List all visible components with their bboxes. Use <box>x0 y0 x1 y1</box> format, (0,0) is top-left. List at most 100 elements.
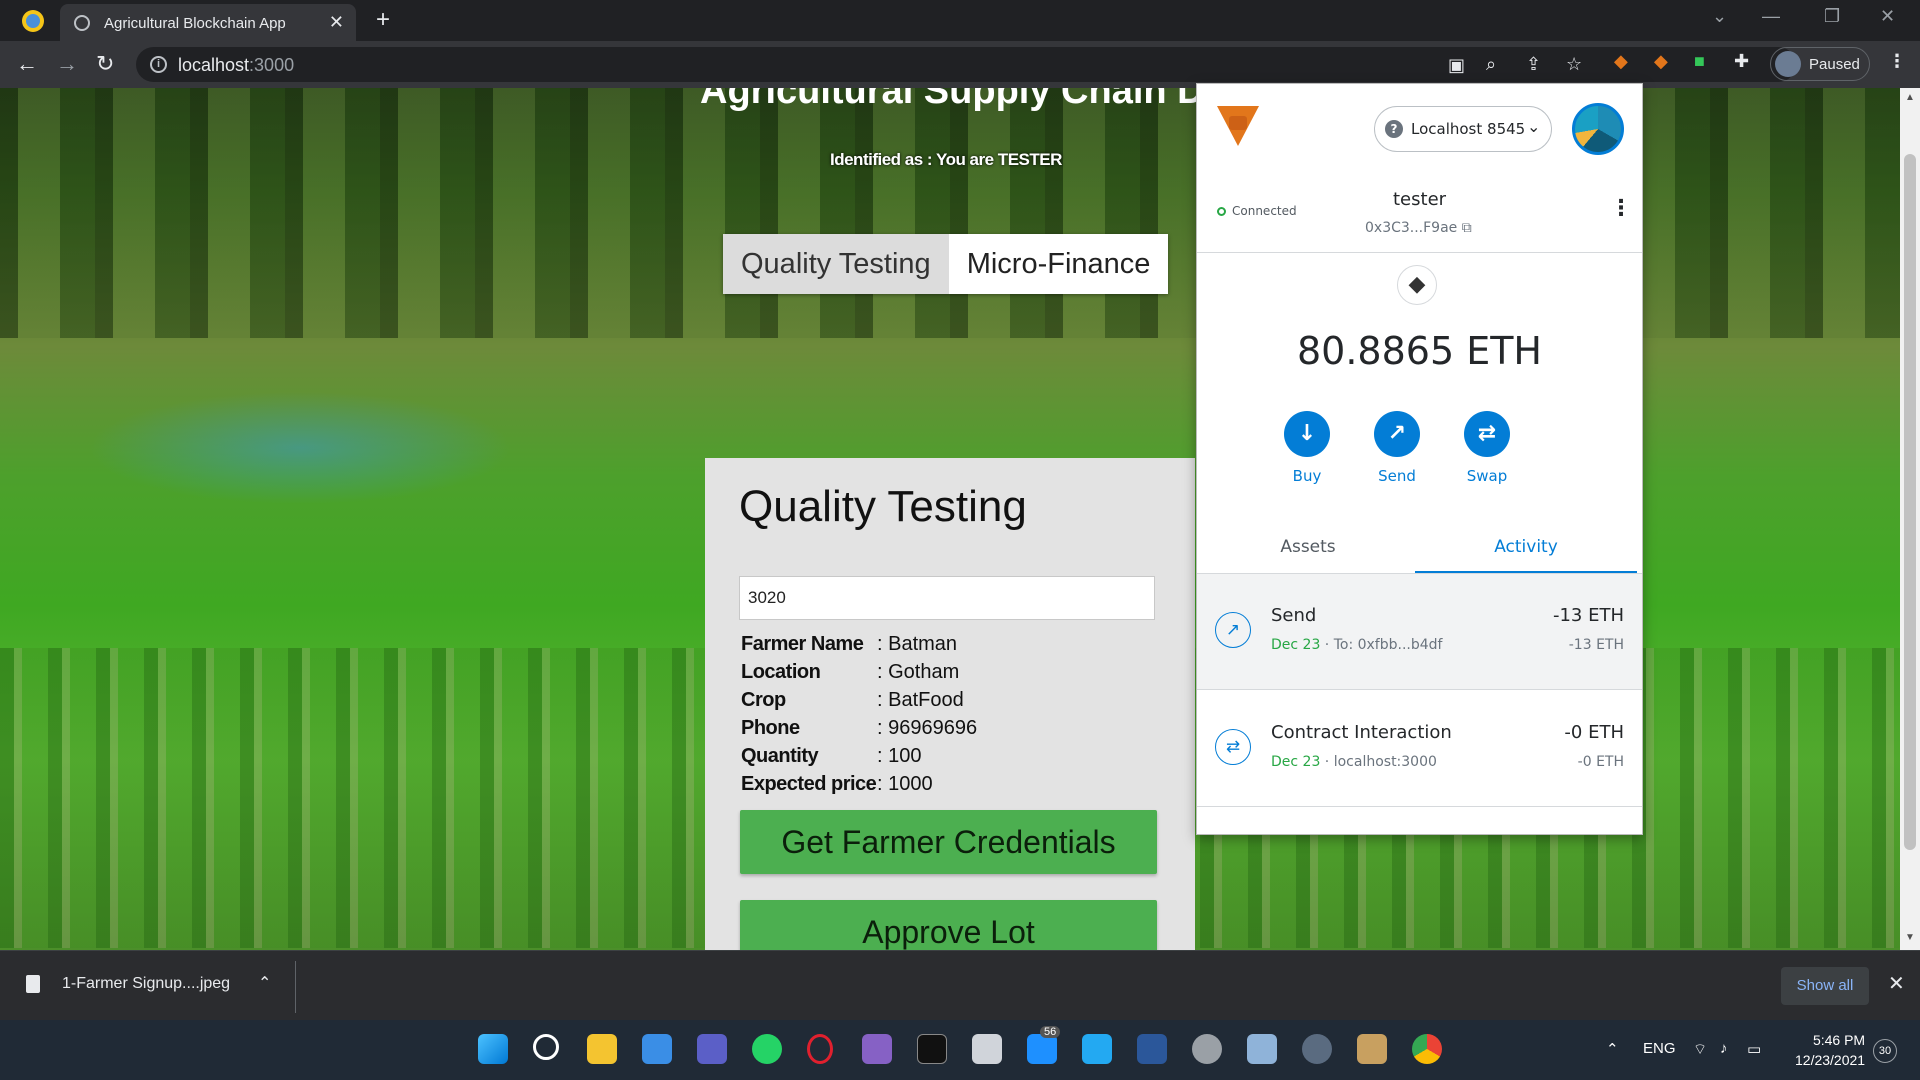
search-icon[interactable] <box>533 1034 559 1060</box>
whatsapp-icon[interactable] <box>752 1034 782 1064</box>
network-selector[interactable]: ? Localhost 8545 ⌄ <box>1374 106 1552 152</box>
tab-quality-testing[interactable]: Quality Testing <box>723 234 949 294</box>
browser-tab[interactable]: Agricultural Blockchain App ✕ <box>60 4 356 41</box>
chrome-icon[interactable] <box>1412 1034 1442 1064</box>
scroll-down-icon[interactable]: ▼ <box>1905 932 1915 943</box>
new-tab-button[interactable]: + <box>376 6 390 34</box>
tx-title: Contract Interaction <box>1271 722 1452 743</box>
close-window-button[interactable]: ✕ <box>1880 6 1895 27</box>
detail-value: : Gotham <box>877 661 960 683</box>
fox-extension-icon[interactable]: ◆ <box>1654 51 1668 72</box>
page-scrollbar[interactable]: ▲ ▼ <box>1900 88 1920 950</box>
camera-blocked-icon[interactable]: ▣ <box>1448 55 1465 76</box>
language-indicator[interactable]: ENG <box>1643 1040 1676 1057</box>
buy-button[interactable]: ↓ Buy <box>1272 411 1342 485</box>
settings-gear-icon[interactable] <box>1302 1034 1332 1064</box>
swap-button[interactable]: ⇄ Swap <box>1452 411 1522 485</box>
tx-date: Dec 23 <box>1271 637 1321 653</box>
connection-status[interactable]: Connected <box>1217 204 1297 218</box>
approve-lot-button[interactable]: Approve Lot <box>740 900 1157 950</box>
detail-label: Quantity <box>741 745 819 767</box>
app-icon[interactable] <box>1027 1034 1057 1064</box>
divider <box>295 961 296 1013</box>
clock-time: 5:46 PM <box>1812 1032 1866 1048</box>
snipping-tool-icon[interactable] <box>972 1034 1002 1064</box>
avatar <box>1775 51 1801 77</box>
box-icon[interactable] <box>1357 1034 1387 1064</box>
battery-icon[interactable]: ▭ <box>1747 1040 1761 1058</box>
download-item[interactable]: 1-Farmer Signup....jpeg <box>62 975 230 993</box>
tab-close-icon[interactable]: ✕ <box>329 12 344 33</box>
address-bar[interactable]: i localhost:3000 ▣ ⌕ ⇪ ☆ <box>136 47 1796 82</box>
bookmark-star-icon[interactable]: ☆ <box>1566 54 1582 75</box>
account-name: tester <box>1393 189 1447 210</box>
send-button[interactable]: ↗ Send <box>1362 411 1432 485</box>
minimize-button[interactable]: — <box>1762 6 1780 27</box>
metamask-popup: ? Localhost 8545 ⌄ Connected tester 0x3C… <box>1196 83 1643 835</box>
detail-row: Expected price : 1000 <box>741 773 977 801</box>
url-text[interactable]: localhost:3000 <box>178 55 294 76</box>
wifi-icon[interactable]: ⌔ <box>1693 1040 1707 1059</box>
terminal-icon[interactable] <box>917 1034 947 1064</box>
tx-detail: Dec 23 · localhost:3000 <box>1271 754 1437 770</box>
account-address[interactable]: 0x3C3...F9ae ⧉ <box>1365 220 1472 236</box>
detail-value: : BatFood <box>877 689 964 711</box>
get-farmer-credentials-button[interactable]: Get Farmer Credentials <box>740 810 1157 874</box>
chevron-up-icon[interactable]: ⌃ <box>1606 1040 1619 1058</box>
browser-menu-icon[interactable]: ⋮ <box>1888 51 1906 72</box>
system-clock[interactable]: 5:46 PM 12/23/2021 <box>1795 1030 1865 1070</box>
profile-status: Paused <box>1809 56 1860 73</box>
app-logo-icon <box>22 10 44 32</box>
identity-label: Identified as : You are TESTER <box>830 150 1062 169</box>
share-icon[interactable]: ⇪ <box>1526 54 1541 75</box>
profile-button[interactable]: Paused <box>1770 47 1870 81</box>
visual-studio-icon[interactable] <box>862 1034 892 1064</box>
back-icon[interactable]: ← <box>16 51 38 77</box>
extensions-puzzle-icon[interactable]: ✚ <box>1734 51 1749 72</box>
taskbar: 56 ⌃ ENG ⌔ ♪ ▭ 5:46 PM 12/23/2021 30 <box>0 1020 1920 1080</box>
notification-count[interactable]: 30 <box>1873 1039 1897 1063</box>
metamask-extension-icon[interactable]: ◆ <box>1614 51 1628 72</box>
mail-icon[interactable] <box>642 1034 672 1064</box>
windows-start-icon[interactable] <box>478 1034 508 1064</box>
ethereum-icon: ◆ <box>1397 265 1437 305</box>
eth-balance: 80.8865 ETH <box>1296 329 1542 373</box>
zoom-icon[interactable]: ⌕ <box>1486 54 1496 75</box>
restore-button[interactable]: ❐ <box>1824 6 1840 27</box>
opera-icon[interactable] <box>807 1034 833 1064</box>
account-options-icon[interactable]: ⋮ <box>1610 196 1632 221</box>
github-icon[interactable] <box>1192 1034 1222 1064</box>
globe-icon <box>74 15 90 31</box>
tab-activity[interactable]: Activity <box>1415 537 1637 573</box>
lot-id-input[interactable]: 3020 <box>739 576 1155 620</box>
tab-search-icon[interactable]: ⌄ <box>1712 6 1727 27</box>
account-avatar[interactable] <box>1572 103 1624 155</box>
url-port: :3000 <box>249 55 295 75</box>
green-extension-icon[interactable]: ■ <box>1694 51 1705 72</box>
tab-assets[interactable]: Assets <box>1197 537 1419 573</box>
close-icon[interactable]: ✕ <box>1888 971 1905 996</box>
tab-micro-finance[interactable]: Micro-Finance <box>948 234 1169 294</box>
photos-icon[interactable] <box>1247 1034 1277 1064</box>
transaction-send[interactable]: ↗ Send Dec 23 · To: 0xfbb...b4df -13 ETH… <box>1197 574 1642 690</box>
quality-testing-card: Quality Testing 3020 Farmer Name : Batma… <box>705 458 1195 950</box>
tx-amount: -13 ETH <box>1552 605 1624 626</box>
tx-amount: -0 ETH <box>1564 722 1624 743</box>
download-icon: ↓ <box>1284 411 1330 457</box>
reload-icon[interactable]: ↻ <box>96 51 114 77</box>
scrollbar-thumb[interactable] <box>1904 154 1916 850</box>
site-info-icon[interactable]: i <box>150 56 167 73</box>
volume-icon[interactable]: ♪ <box>1720 1040 1728 1057</box>
forward-icon[interactable]: → <box>56 51 78 77</box>
copy-icon[interactable]: ⧉ <box>1462 220 1472 236</box>
notification-badge: 56 <box>1040 1026 1061 1038</box>
app-icon[interactable] <box>697 1034 727 1064</box>
scroll-up-icon[interactable]: ▲ <box>1905 92 1915 103</box>
transaction-contract[interactable]: ⇄ Contract Interaction Dec 23 · localhos… <box>1197 691 1642 807</box>
chevron-down-icon: ⌄ <box>1527 117 1541 136</box>
word-icon[interactable] <box>1137 1034 1167 1064</box>
show-all-button[interactable]: Show all <box>1781 967 1869 1005</box>
chevron-up-icon[interactable]: ⌃ <box>258 973 271 993</box>
file-explorer-icon[interactable] <box>587 1034 617 1064</box>
vscode-icon[interactable] <box>1082 1034 1112 1064</box>
